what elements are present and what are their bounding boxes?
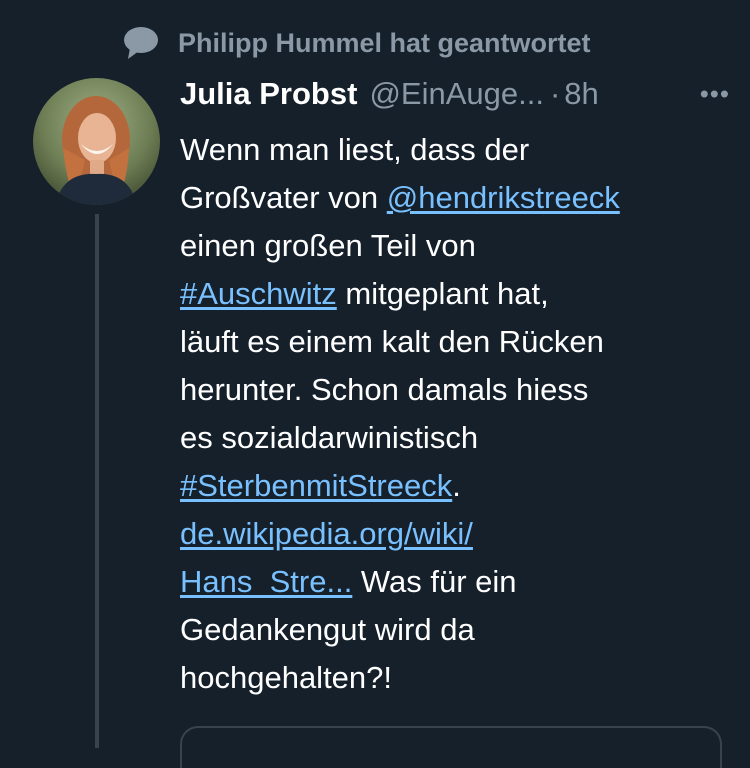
text-line: es sozialdarwinistisch: [180, 420, 479, 455]
text-line: Hans_Stre... Was für ein: [180, 558, 735, 606]
url-link[interactable]: de.wikipedia.org/wiki/: [180, 516, 473, 551]
text-line: Wenn man liest, dass der: [180, 132, 530, 167]
text-fragment: Großvater von: [180, 180, 387, 215]
hashtag-link[interactable]: #SterbenmitStreeck: [180, 468, 452, 503]
speech-bubble-icon: [124, 27, 158, 59]
text-line: #Auschwitz mitgeplant hat,: [180, 270, 735, 318]
reply-context: Philipp Hummel hat geantwortet: [122, 26, 591, 60]
tweet-header: Julia Probst @EinAuge... · 8h •••: [180, 76, 730, 112]
text-fragment: .: [452, 468, 461, 503]
text-fragment: Was für ein: [352, 564, 517, 599]
text-line: Gedankengut wird da: [180, 612, 475, 647]
text-line: #SterbenmitStreeck.: [180, 462, 735, 510]
text-line: einen großen Teil von: [180, 228, 476, 263]
text-line: herunter. Schon damals hiess: [180, 372, 589, 407]
avatar[interactable]: [33, 78, 160, 205]
mention-link[interactable]: @hendrikstreeck: [387, 180, 620, 215]
author-handle[interactable]: @EinAuge...: [369, 76, 544, 112]
text-line: hochgehalten?!: [180, 660, 393, 695]
text-fragment: mitgeplant hat,: [336, 276, 549, 311]
thread-line: [95, 214, 99, 748]
reply-context-text[interactable]: Philipp Hummel hat geantwortet: [178, 28, 591, 59]
text-line: de.wikipedia.org/wiki/: [180, 510, 735, 558]
separator-dot: ·: [549, 76, 561, 111]
tweet-time[interactable]: 8h: [564, 76, 598, 112]
url-link[interactable]: Hans_Stre...: [180, 564, 352, 599]
author-name[interactable]: Julia Probst: [180, 76, 357, 112]
link-preview-card[interactable]: [180, 726, 722, 768]
text-line: läuft es einem kalt den Rücken: [180, 324, 604, 359]
text-line: Großvater von @hendrikstreeck: [180, 174, 735, 222]
tweet-text: Wenn man liest, dass der Großvater von @…: [180, 126, 735, 702]
more-dots-icon[interactable]: •••: [700, 79, 730, 110]
hashtag-link[interactable]: #Auschwitz: [180, 276, 337, 311]
